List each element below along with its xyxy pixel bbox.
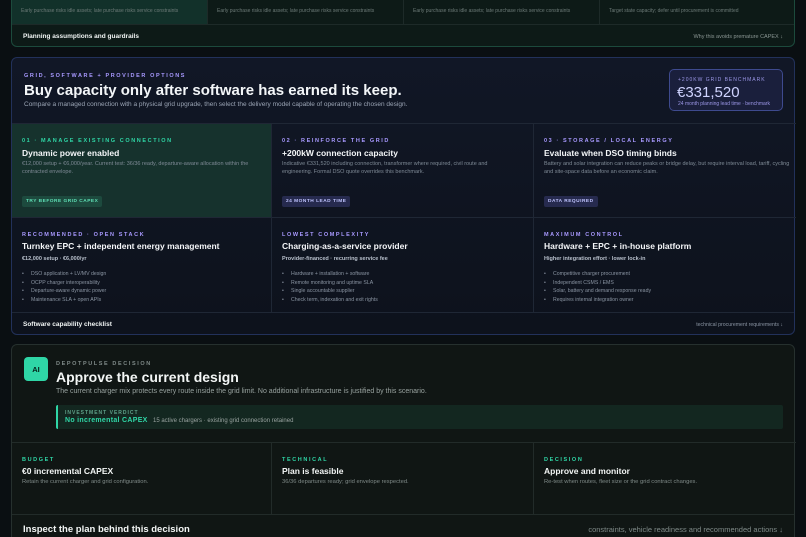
decision-panel: AI DepotPulse decision Approve the curre…	[11, 344, 796, 537]
inspect-plan-toggle[interactable]: Inspect the plan behind this decision co…	[12, 514, 794, 537]
assumption-cell: Early purchase risks idle assets; late p…	[404, 0, 600, 24]
section-title: Software capability checklist	[23, 321, 112, 328]
provider-title: Turnkey EPC + independent energy managem…	[22, 241, 220, 251]
option-description: Indicative €331,520 including connection…	[282, 161, 488, 175]
benchmark-subtitle: 24 month planning lead time · benchmark	[678, 101, 770, 107]
option-description: Battery and solar integration can reduce…	[544, 161, 790, 175]
provider-eyebrow: Maximum control	[544, 232, 624, 238]
section-subtitle: Compare a managed connection with a phys…	[24, 101, 408, 108]
decision-budget: Budget €0 incremental CAPEX Retain the c…	[12, 442, 272, 514]
list-item: Check term, indexation and exit rights	[282, 296, 378, 305]
assumption-cell: Early purchase risks idle assets; late p…	[208, 0, 404, 24]
software-checklist-toggle[interactable]: Software capability checklist technical …	[12, 312, 794, 336]
provider-feature-list: Hardware + installation + software Remot…	[282, 270, 378, 304]
assumption-text: Early purchase risks idle assets; late p…	[21, 8, 179, 14]
verdict-value: No incremental CAPEX	[65, 417, 148, 424]
decision-col-title: €0 incremental CAPEX	[22, 466, 114, 476]
decision-col-title: Approve and monitor	[544, 466, 630, 476]
investment-verdict: Investment verdict No incremental CAPEX …	[56, 405, 783, 429]
provider-title: Charging-as-a-service provider	[282, 241, 408, 251]
decision-eyebrow: Technical	[282, 457, 329, 463]
option-tag: Data required	[544, 196, 598, 207]
section-title: Buy capacity only after software has ear…	[24, 82, 402, 99]
assumption-cell: Target state capacity; defer until procu…	[600, 0, 796, 24]
list-item: Maintenance SLA + open APIs	[22, 296, 106, 305]
list-item: Independent CSMS / EMS	[544, 279, 651, 288]
decision-eyebrow: Decision	[544, 457, 584, 463]
assumption-text: Target state capacity; defer until procu…	[609, 8, 739, 14]
provider-feature-list: DSO application + LV/MV design OCPP char…	[22, 270, 106, 304]
ai-badge-icon: AI	[24, 357, 48, 381]
grid-benchmark-card: +200kW grid benchmark €331,520 24 month …	[669, 69, 783, 111]
expand-link[interactable]: constraints, vehicle readiness and recom…	[588, 525, 783, 534]
option-card-reinforce-grid[interactable]: 02 · Reinforce the grid +200kW connectio…	[272, 123, 534, 217]
option-card-storage[interactable]: 03 · Storage / local energy Evaluate whe…	[534, 123, 796, 217]
decision-subtitle: The current charger mix protects every r…	[56, 388, 427, 395]
provider-card-in-house[interactable]: Maximum control Hardware + EPC + in-hous…	[534, 217, 796, 312]
assumption-text: Early purchase risks idle assets; late p…	[217, 8, 375, 14]
assumption-text: Early purchase risks idle assets; late p…	[413, 8, 571, 14]
option-title: +200kW connection capacity	[282, 148, 398, 158]
benchmark-value: €331,520	[677, 84, 740, 101]
verdict-eyebrow: Investment verdict	[65, 410, 139, 416]
decision-col-title: Plan is feasible	[282, 466, 344, 476]
option-eyebrow: 01 · Manage existing connection	[22, 138, 173, 144]
list-item: Remote monitoring and uptime SLA	[282, 279, 378, 288]
option-eyebrow: 02 · Reinforce the grid	[282, 138, 391, 144]
provider-meta: Provider-financed · recurring service fe…	[282, 256, 388, 262]
option-title: Dynamic power enabled	[22, 148, 120, 158]
provider-card-turnkey-epc[interactable]: Recommended · open stack Turnkey EPC + i…	[12, 217, 272, 312]
assumption-cell: Early purchase risks idle assets; late p…	[12, 0, 208, 24]
expand-link[interactable]: Why this avoids premature CAPEX ↓	[693, 34, 783, 40]
section-title: Planning assumptions and guardrails	[23, 33, 139, 40]
option-description: €12,000 setup + €6,000/year. Current tes…	[22, 161, 249, 175]
section-title: Inspect the plan behind this decision	[23, 524, 190, 535]
grid-options-panel: Grid, software + provider options Buy ca…	[11, 57, 796, 336]
decision-title: Approve the current design	[56, 369, 239, 385]
list-item: DSO application + LV/MV design	[22, 270, 106, 279]
decision-col-desc: Retain the current charger and grid conf…	[22, 479, 149, 485]
list-item: Solar, battery and demand response ready	[544, 287, 651, 296]
list-item: Competitive charger procurement	[544, 270, 651, 279]
option-tag: 24 month lead time	[282, 196, 351, 207]
list-item: Requires internal integration owner	[544, 296, 651, 305]
provider-feature-list: Competitive charger procurement Independ…	[544, 270, 651, 304]
decision-eyebrow: Budget	[22, 457, 55, 463]
provider-eyebrow: Lowest complexity	[282, 232, 371, 238]
decision-technical: Technical Plan is feasible 36/36 departu…	[272, 442, 534, 514]
list-item: OCPP charger interoperability	[22, 279, 106, 288]
option-card-manage-connection[interactable]: 01 · Manage existing connection Dynamic …	[12, 123, 272, 217]
verdict-note: 15 active chargers · existing grid conne…	[153, 418, 294, 424]
list-item: Departure-aware dynamic power	[22, 287, 106, 296]
section-eyebrow: DepotPulse decision	[56, 361, 152, 367]
planning-assumptions-panel: Early purchase risks idle assets; late p…	[11, 0, 795, 47]
benchmark-eyebrow: +200kW grid benchmark	[678, 77, 766, 83]
option-tag: Try before grid CAPEX	[22, 196, 103, 207]
expand-link[interactable]: technical procurement requirements ↓	[696, 322, 783, 328]
provider-card-caas[interactable]: Lowest complexity Charging-as-a-service …	[272, 217, 534, 312]
provider-meta: €12,000 setup · €6,000/yr	[22, 256, 87, 262]
option-title: Evaluate when DSO timing binds	[544, 148, 677, 158]
decision-action: Decision Approve and monitor Re-test whe…	[534, 442, 796, 514]
decision-col-desc: Re-test when routes, fleet size or the g…	[544, 479, 698, 485]
section-eyebrow: Grid, software + provider options	[24, 73, 187, 79]
provider-eyebrow: Recommended · open stack	[22, 232, 146, 238]
planning-assumptions-toggle[interactable]: Planning assumptions and guardrails Why …	[12, 24, 794, 47]
list-item: Hardware + installation + software	[282, 270, 378, 279]
provider-meta: Higher integration effort · lower lock-i…	[544, 256, 646, 262]
provider-title: Hardware + EPC + in-house platform	[544, 241, 692, 251]
decision-col-desc: 36/36 departures ready; grid envelope re…	[282, 479, 409, 485]
list-item: Single accountable supplier	[282, 287, 378, 296]
option-eyebrow: 03 · Storage / local energy	[544, 138, 674, 144]
